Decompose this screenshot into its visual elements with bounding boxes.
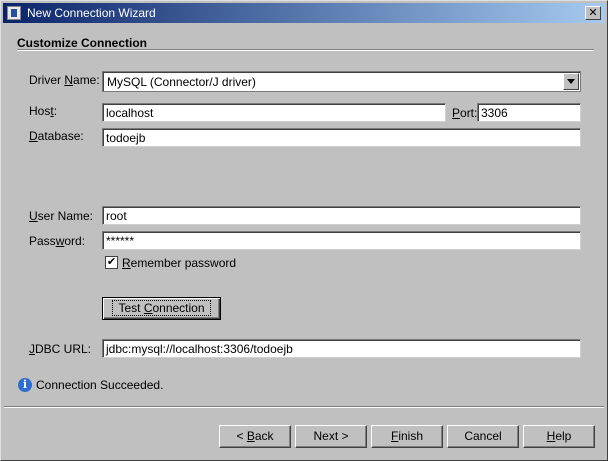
next-button[interactable]: Next > <box>295 425 367 448</box>
test-connection-label: Test Connection <box>112 300 211 316</box>
help-button[interactable]: Help <box>523 425 595 448</box>
status-message: Connection Succeeded. <box>36 378 164 392</box>
driver-name-value: MySQL (Connector/J driver) <box>107 75 256 89</box>
database-label: Database: <box>29 129 84 143</box>
section-title: Customize Connection <box>17 36 148 50</box>
remember-password-label[interactable]: Remember password <box>122 256 236 270</box>
test-connection-button[interactable]: Test Connection <box>102 297 221 320</box>
app-icon <box>7 6 21 20</box>
info-icon: i <box>18 378 32 392</box>
user-name-label: User Name: <box>29 209 94 223</box>
close-button[interactable]: ✕ <box>585 6 601 20</box>
close-icon: ✕ <box>588 7 598 19</box>
host-input[interactable]: localhost <box>102 103 446 122</box>
back-button[interactable]: < Back <box>219 425 291 448</box>
database-input[interactable]: todoejb <box>102 128 581 147</box>
host-label: Host: <box>29 104 58 118</box>
bottom-divider <box>4 406 604 408</box>
chevron-down-icon[interactable] <box>563 73 579 90</box>
finish-button[interactable]: Finish <box>371 425 443 448</box>
port-input[interactable]: 3306 <box>477 103 581 122</box>
wizard-window: New Connection Wizard ✕ Customize Connec… <box>0 0 608 461</box>
cancel-button[interactable]: Cancel <box>447 425 519 448</box>
remember-password-checkbox[interactable]: ✔ <box>105 256 118 269</box>
port-label: Port: <box>452 106 478 120</box>
user-name-input[interactable]: root <box>102 206 581 225</box>
driver-name-select[interactable]: MySQL (Connector/J driver) <box>102 71 581 92</box>
password-label: Password: <box>29 234 86 248</box>
jdbc-url-label: JDBC URL: <box>29 342 92 356</box>
title-bar: New Connection Wizard ✕ <box>3 3 605 23</box>
window-title: New Connection Wizard <box>27 6 156 20</box>
jdbc-url-field[interactable]: jdbc:mysql://localhost:3306/todoejb <box>102 339 581 358</box>
section-divider <box>17 49 594 51</box>
password-input[interactable]: ****** <box>102 231 581 250</box>
driver-name-label: Driver Name: <box>29 73 100 87</box>
